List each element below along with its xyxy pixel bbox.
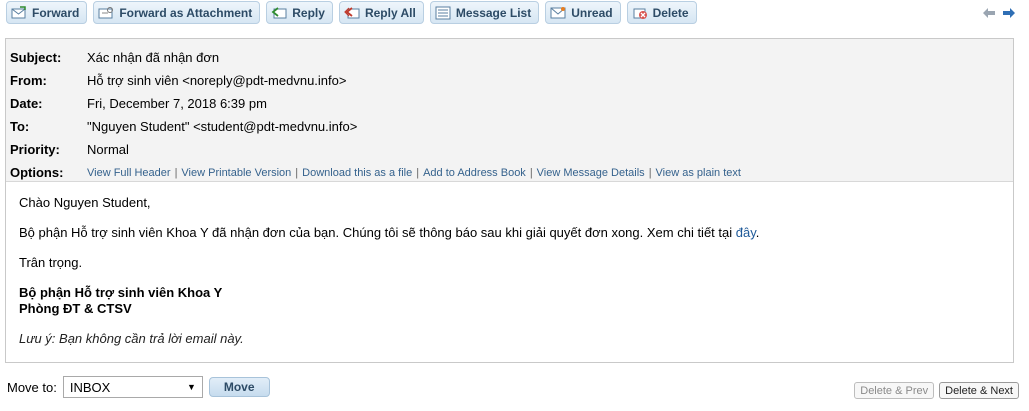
view-full-header-link[interactable]: View Full Header [87, 167, 171, 179]
folder-select-value: INBOX [69, 379, 111, 395]
delete-label: Delete [652, 5, 689, 20]
forward-attachment-label: Forward as Attachment [119, 5, 253, 20]
date-value: Fri, December 7, 2018 6:39 pm [87, 96, 267, 111]
options-label: Options: [10, 165, 64, 180]
forward-label: Forward [32, 5, 80, 20]
view-message-details-link[interactable]: View Message Details [537, 167, 645, 179]
signature-line-1: Bộ phận Hỗ trợ sinh viên Khoa Y [19, 285, 223, 300]
delete-nav-buttons: Delete & Prev Delete & Next [854, 382, 1019, 399]
to-label: To: [10, 119, 30, 134]
details-link[interactable]: đây [736, 225, 756, 240]
unread-label: Unread [571, 5, 613, 20]
main-text-end: . [755, 225, 760, 240]
main-text: Bộ phận Hỗ trợ sinh viên Khoa Y đã nhận … [19, 225, 736, 240]
from-value: Hỗ trợ sinh viên <noreply@pdt-medvnu.inf… [87, 73, 347, 88]
greeting: Chào Nguyen Student, [19, 195, 151, 210]
reply-button[interactable]: Reply [266, 1, 333, 24]
options-row: Options: View Full Header | View Printab… [6, 161, 1013, 184]
move-to-label: Move to: [7, 379, 57, 395]
date-row: Date: Fri, December 7, 2018 6:39 pm [6, 92, 1013, 115]
arrow-right-icon[interactable] [1001, 6, 1017, 20]
forward-button[interactable]: Forward [6, 1, 88, 24]
delete-next-button[interactable]: Delete & Next [939, 382, 1019, 399]
move-button[interactable]: Move [208, 377, 270, 397]
message-container: Subject: Xác nhận đã nhận đơn From: Hỗ t… [5, 38, 1014, 363]
to-row: To: "Nguyen Student" <student@pdt-medvnu… [6, 115, 1013, 138]
view-plain-text-link[interactable]: View as plain text [656, 167, 741, 179]
priority-value: Normal [87, 142, 129, 157]
delete-prev-button[interactable]: Delete & Prev [854, 382, 935, 399]
signature-line-2: Phòng ĐT & CTSV [19, 301, 132, 316]
reply-label: Reply [292, 5, 325, 20]
reply-all-icon [344, 5, 360, 21]
regards: Trân trọng. [19, 255, 83, 270]
from-label: From: [10, 73, 47, 88]
message-list-button[interactable]: Message List [429, 1, 540, 24]
forward-as-attachment-button[interactable]: Forward as Attachment [93, 1, 261, 24]
toolbar: Forward Forward as Attachment Reply Repl… [6, 1, 697, 25]
subject-row: Subject: Xác nhận đã nhận đơn [6, 46, 1013, 69]
add-to-address-book-link[interactable]: Add to Address Book [423, 167, 526, 179]
from-row: From: Hỗ trợ sinh viên <noreply@pdt-medv… [6, 69, 1013, 92]
reply-icon [271, 5, 287, 21]
view-printable-version-link[interactable]: View Printable Version [181, 167, 291, 179]
forward-attachment-icon [98, 5, 114, 21]
subject-label: Subject: [10, 50, 62, 65]
message-nav [981, 6, 1017, 20]
to-value: "Nguyen Student" <student@pdt-medvnu.inf… [87, 119, 358, 134]
arrow-left-icon[interactable] [981, 6, 997, 20]
unread-icon [550, 5, 566, 21]
unread-button[interactable]: Unread [545, 1, 621, 24]
message-list-icon [435, 5, 451, 21]
no-reply-note: Lưu ý: Bạn không cần trả lời email này. [19, 331, 244, 346]
main-paragraph: Bộ phận Hỗ trợ sinh viên Khoa Y đã nhận … [19, 225, 1013, 241]
folder-select[interactable]: INBOX ▼ [62, 376, 203, 398]
priority-row: Priority: Normal [6, 138, 1013, 161]
date-label: Date: [10, 96, 43, 111]
move-controls: Move to: INBOX ▼ Move [7, 376, 270, 398]
forward-icon [11, 5, 27, 21]
delete-icon [632, 5, 648, 21]
reply-all-label: Reply All [364, 5, 416, 20]
message-body: Chào Nguyen Student, Bộ phận Hỗ trợ sinh… [6, 182, 1013, 347]
delete-button[interactable]: Delete [626, 1, 697, 24]
reply-all-button[interactable]: Reply All [338, 1, 424, 24]
download-as-file-link[interactable]: Download this as a file [302, 167, 412, 179]
message-header: Subject: Xác nhận đã nhận đơn From: Hỗ t… [6, 39, 1013, 182]
options-links: View Full Header | View Printable Versio… [87, 166, 741, 179]
chevron-down-icon: ▼ [186, 382, 196, 392]
signature: Bộ phận Hỗ trợ sinh viên Khoa Y Phòng ĐT … [19, 285, 1013, 317]
subject-value: Xác nhận đã nhận đơn [87, 50, 220, 65]
message-list-label: Message List [455, 5, 532, 20]
priority-label: Priority: [10, 142, 60, 157]
